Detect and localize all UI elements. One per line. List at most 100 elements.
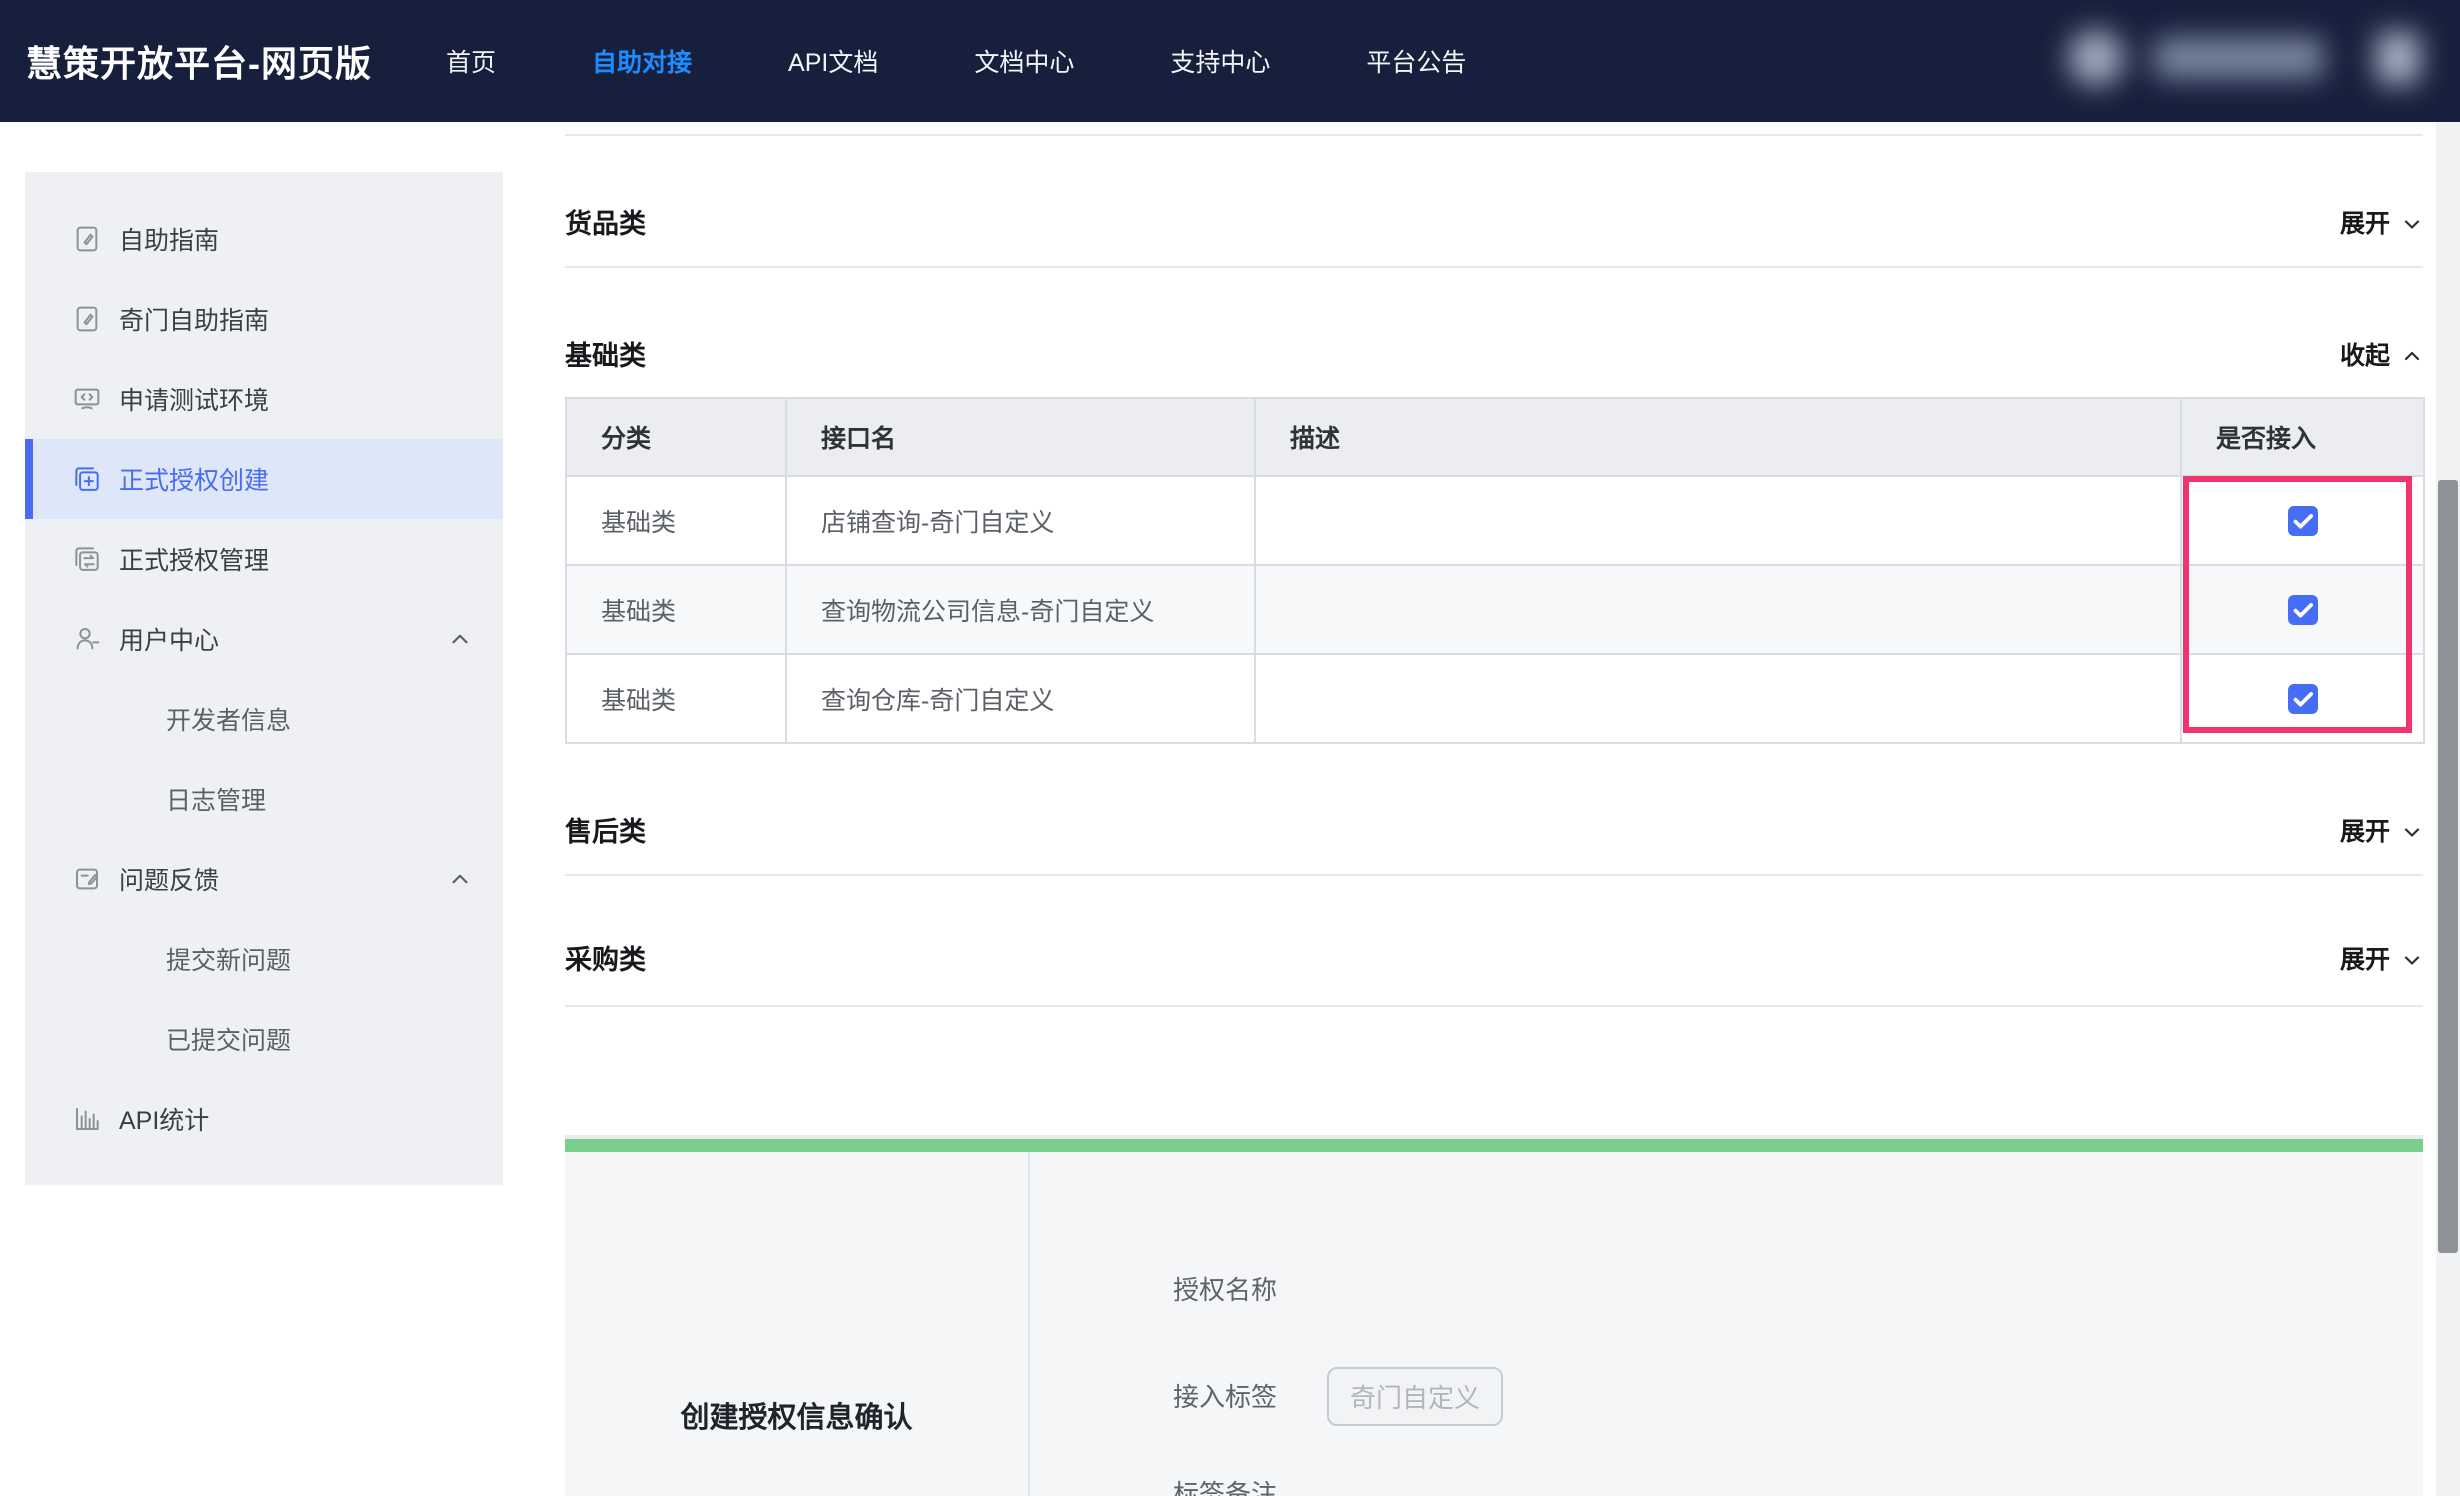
page: 慧策开放平台-网页版 首页 自助对接 API文档 文档中心 支持中心 平台公告 … [0, 0, 2460, 1496]
guide-doc-icon [71, 303, 103, 335]
guide-doc-icon [71, 223, 103, 255]
access-tag-label: 接入标签 [1173, 1381, 1277, 1413]
cell-category: 基础类 [566, 654, 786, 743]
col-category: 分类 [566, 398, 786, 476]
sidebar-item-apply-test-env[interactable]: 申请测试环境 [25, 359, 503, 439]
sidebar-item-label: 正式授权创建 [25, 461, 269, 497]
table-row: 基础类 查询仓库-奇门自定义 [566, 654, 2424, 743]
user-account-blurred[interactable] [2062, 16, 2422, 100]
chevron-down-icon [2376, 32, 2420, 84]
chevron-down-icon [2400, 820, 2424, 844]
cell-api-name: 店铺查询-奇门自定义 [786, 476, 1255, 565]
col-description: 描述 [1255, 398, 2181, 476]
toggle-label: 展开 [2340, 204, 2390, 244]
table-row: 基础类 店铺查询-奇门自定义 [566, 476, 2424, 565]
section-title-basic: 基础类 [565, 336, 646, 376]
nav-self-service[interactable]: 自助对接 [592, 43, 692, 79]
sidebar-item-label: 提交新问题 [25, 941, 291, 977]
nav-support-center[interactable]: 支持中心 [1170, 43, 1270, 79]
sidebar-item-formal-auth-manage[interactable]: 正式授权管理 [25, 519, 503, 599]
section-divider [565, 1005, 2423, 1007]
sidebar-item-self-guide[interactable]: 自助指南 [25, 199, 503, 279]
sidebar-item-feedback[interactable]: 问题反馈 [25, 839, 503, 919]
section-divider [565, 874, 2423, 876]
section-title-aftersale: 售后类 [565, 812, 646, 852]
bar-chart-icon [71, 1103, 103, 1135]
nav-platform-announcements[interactable]: 平台公告 [1366, 43, 1466, 79]
tag-note-label: 标签备注 [1173, 1478, 1277, 1496]
sidebar-item-submitted-issues[interactable]: 已提交问题 [25, 999, 503, 1079]
scrollbar-track[interactable] [2436, 122, 2460, 1496]
sidebar-item-label: 申请测试环境 [25, 381, 269, 417]
table-row: 基础类 查询物流公司信息-奇门自定义 [566, 565, 2424, 654]
sidebar-item-label: 问题反馈 [25, 861, 219, 897]
nav-api-docs[interactable]: API文档 [788, 43, 878, 79]
avatar [2068, 30, 2124, 86]
sidebar: 自助指南 奇门自助指南 申请测试环境 正式授权创建 正式授权管理 [25, 172, 503, 1185]
chevron-down-icon [2400, 212, 2424, 236]
section-divider [565, 266, 2423, 268]
sidebar-item-label: 用户中心 [25, 621, 219, 657]
username-redacted [2154, 38, 2324, 78]
sidebar-item-user-center[interactable]: 用户中心 [25, 599, 503, 679]
auth-name-label: 授权名称 [1173, 1274, 1277, 1306]
panel-title: 创建授权信息确认 [565, 1394, 1028, 1436]
top-nav: 首页 自助对接 API文档 文档中心 支持中心 平台公告 [446, 43, 1466, 79]
sidebar-item-label: 奇门自助指南 [25, 301, 269, 337]
table-header-row: 分类 接口名 描述 是否接入 [566, 398, 2424, 476]
feedback-icon [71, 863, 103, 895]
sidebar-item-label: 已提交问题 [25, 1021, 291, 1057]
toggle-label: 展开 [2340, 940, 2390, 980]
cell-description [1255, 565, 2181, 654]
cell-description [1255, 654, 2181, 743]
sidebar-item-formal-auth-create[interactable]: 正式授权创建 [25, 439, 503, 519]
section-title-goods: 货品类 [565, 204, 646, 244]
sidebar-item-label: 开发者信息 [25, 701, 291, 737]
toggle-label: 展开 [2340, 812, 2390, 852]
connected-checkbox[interactable] [2288, 506, 2318, 536]
sidebar-item-label: 自助指南 [25, 221, 219, 257]
create-auth-confirm-panel: 创建授权信息确认 授权名称 接入标签 奇门自定义 标签备注 [565, 1152, 2423, 1496]
cell-api-name: 查询物流公司信息-奇门自定义 [786, 565, 1255, 654]
scrollbar-thumb[interactable] [2438, 480, 2458, 1253]
app-logo: 慧策开放平台-网页版 [26, 35, 372, 87]
nav-doc-center[interactable]: 文档中心 [974, 43, 1074, 79]
connected-checkbox[interactable] [2288, 684, 2318, 714]
toggle-goods-expand[interactable]: 展开 [2340, 204, 2424, 244]
section-divider [565, 134, 2423, 136]
sidebar-item-qimen-self-guide[interactable]: 奇门自助指南 [25, 279, 503, 359]
square-arrows-icon [71, 543, 103, 575]
top-header: 慧策开放平台-网页版 首页 自助对接 API文档 文档中心 支持中心 平台公告 [0, 0, 2460, 122]
square-plus-icon [71, 463, 103, 495]
cell-description [1255, 476, 2181, 565]
cell-api-name: 查询仓库-奇门自定义 [786, 654, 1255, 743]
col-api-name: 接口名 [786, 398, 1255, 476]
panel-vertical-divider [1028, 1152, 1030, 1496]
chevron-up-icon [2400, 344, 2424, 368]
sidebar-item-label: 正式授权管理 [25, 541, 269, 577]
chevron-up-icon[interactable] [447, 866, 473, 892]
col-connected: 是否接入 [2181, 398, 2424, 476]
toggle-purchase-expand[interactable]: 展开 [2340, 940, 2424, 980]
api-table: 分类 接口名 描述 是否接入 基础类 店铺查询-奇门自定义 基础类 查询物流公司… [565, 397, 2425, 744]
access-tag-chip[interactable]: 奇门自定义 [1327, 1367, 1503, 1426]
panel-green-accent-bar [565, 1139, 2423, 1152]
toggle-label: 收起 [2340, 336, 2390, 376]
toggle-basic-collapse[interactable]: 收起 [2340, 336, 2424, 376]
section-title-purchase: 采购类 [565, 940, 646, 980]
cell-category: 基础类 [566, 476, 786, 565]
sidebar-item-developer-info[interactable]: 开发者信息 [25, 679, 503, 759]
chevron-up-icon[interactable] [447, 626, 473, 652]
cell-category: 基础类 [566, 565, 786, 654]
sidebar-item-log-manage[interactable]: 日志管理 [25, 759, 503, 839]
chevron-down-icon [2400, 948, 2424, 972]
monitor-code-icon [71, 383, 103, 415]
sidebar-item-label: API统计 [25, 1101, 209, 1137]
user-icon [71, 623, 103, 655]
sidebar-item-api-stats[interactable]: API统计 [25, 1079, 503, 1159]
toggle-aftersale-expand[interactable]: 展开 [2340, 812, 2424, 852]
sidebar-item-submit-new-issue[interactable]: 提交新问题 [25, 919, 503, 999]
sidebar-item-label: 日志管理 [25, 781, 266, 817]
nav-home[interactable]: 首页 [446, 43, 496, 79]
connected-checkbox[interactable] [2288, 595, 2318, 625]
